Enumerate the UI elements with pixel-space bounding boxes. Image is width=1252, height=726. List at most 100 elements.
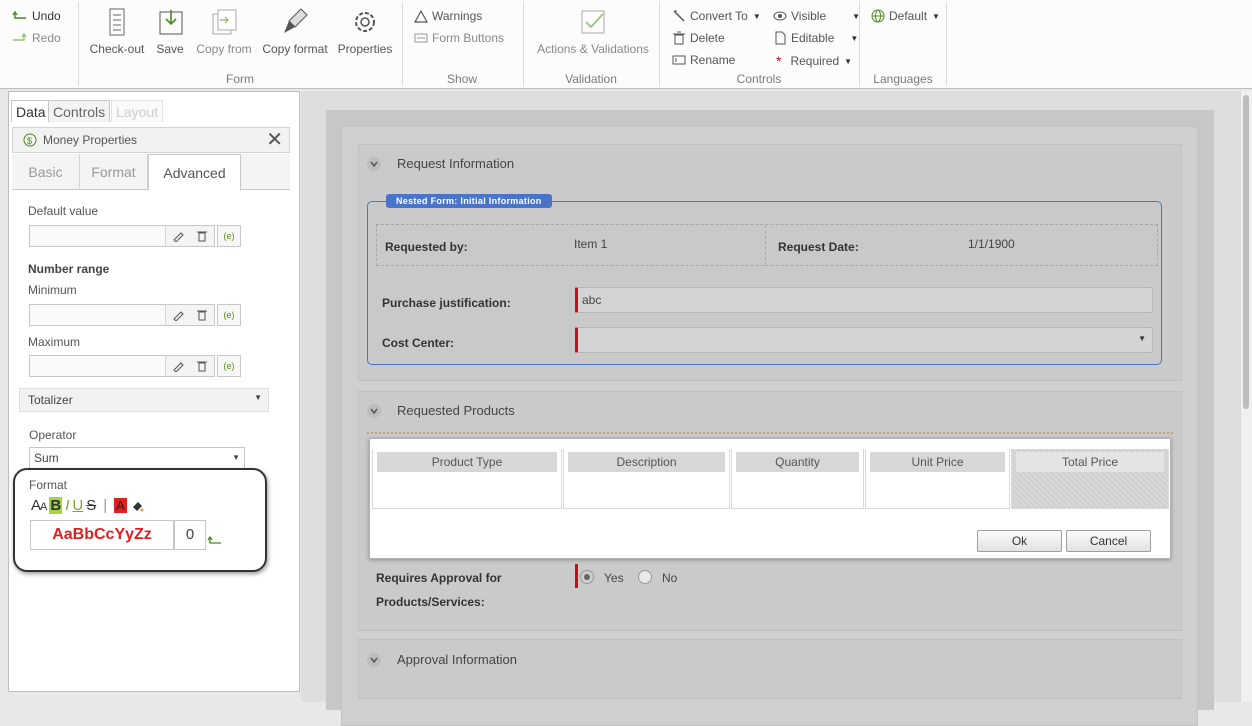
copy-from-button[interactable]: Copy from [194,6,254,56]
decimal-places-field[interactable]: 0 [174,520,206,550]
section-approval-information: Approval Information [358,639,1182,699]
fill-color-icon[interactable] [130,499,144,513]
chevron-down-icon[interactable] [367,157,381,171]
totalizer-header[interactable]: Totalizer ▼ [19,388,269,412]
trash-icon [672,31,686,45]
expression-button[interactable]: (e) [217,225,241,247]
section-title: Request Information [397,156,515,171]
save-button[interactable]: Save [154,6,186,56]
edit-page-icon [773,31,787,45]
operator-select[interactable]: Sum ▼ [29,447,245,469]
maximum-field: (e) [29,355,241,377]
visible-dropdown[interactable]: Visible ▼ [773,9,860,23]
minimum-field: (e) [29,304,241,326]
undo-format-icon[interactable] [207,535,223,547]
radio-yes[interactable] [580,570,594,584]
cost-center-select[interactable]: ▼ [575,327,1153,353]
format-preview: AaBbCcYyZz [30,520,174,550]
format-toolbar: AA B I U S | A [31,497,144,514]
tab-controls[interactable]: Controls [48,100,111,122]
trash-icon[interactable] [196,309,208,321]
column-header[interactable]: Unit Price [865,449,1010,509]
rename-button[interactable]: Rename [672,53,735,67]
redo-button[interactable]: Redo [12,31,61,45]
ok-button[interactable]: Ok [977,530,1062,552]
checkout-button[interactable]: Check-out [88,6,146,56]
requested-by-label: Requested by: [385,240,468,254]
pencil-icon[interactable] [172,309,184,321]
form-canvas: Request Information Requested Products A… [301,91,1240,726]
vertical-scrollbar[interactable] [1240,91,1252,702]
requested-row [376,224,1158,266]
font-color-icon[interactable]: A [114,498,127,513]
strikethrough-icon[interactable]: S [86,497,96,514]
cancel-button[interactable]: Cancel [1066,530,1151,552]
section-title: Approval Information [397,652,517,667]
default-value-input[interactable] [29,225,165,247]
convert-to-button[interactable]: Convert To ▼ [672,9,761,23]
dollar-icon: $ [23,133,37,147]
purchase-justification-input[interactable]: abc [575,287,1153,313]
properties-button[interactable]: Properties [336,6,394,56]
svg-text:$: $ [27,136,32,146]
controls-group-label: Controls [736,72,782,86]
chevron-down-icon[interactable] [367,653,381,667]
nested-form-tag: Nested Form: Initial Information [386,194,552,208]
required-dropdown[interactable]: * Required ▼ [776,53,852,69]
wand-icon [672,9,686,23]
scrollbar-thumb[interactable] [1243,95,1249,409]
purchase-justification-label: Purchase justification: [382,296,511,310]
copy-from-icon [208,6,240,38]
editable-dropdown[interactable]: Editable ▼ [773,31,858,45]
tab-advanced[interactable]: Advanced [148,154,241,191]
save-icon [154,6,186,38]
column-header-selected[interactable]: Total Price [1011,449,1169,509]
requested-by-value: Item 1 [574,237,608,251]
radio-no[interactable] [638,570,652,584]
maximum-input[interactable] [29,355,165,377]
bold-icon[interactable]: B [49,497,63,514]
chevron-down-icon: ▼ [932,11,940,21]
undo-button[interactable]: Undo [12,9,61,23]
expression-button[interactable]: (e) [217,304,241,326]
chevron-down-icon[interactable] [367,404,381,418]
column-header[interactable]: Quantity [731,449,864,509]
minimum-input[interactable] [29,304,165,326]
italic-icon[interactable]: I [65,497,69,514]
number-range-label: Number range [28,262,110,276]
asterisk-icon: * [776,53,782,69]
tab-data[interactable]: Data [11,100,51,122]
tab-format[interactable]: Format [80,154,148,190]
actions-validations-button[interactable]: Actions & Validations [533,6,653,56]
required-marker [575,564,578,588]
font-size-icon[interactable]: AA [31,497,47,514]
paintbrush-icon [279,6,311,38]
underline-icon[interactable]: U [72,497,83,514]
column-header[interactable]: Product Type [372,449,562,509]
trash-icon[interactable] [196,230,208,242]
format-label: Format [29,478,68,492]
undo-icon [12,10,28,22]
copy-format-button[interactable]: Copy format [260,6,330,56]
delete-button[interactable]: Delete [672,31,725,45]
close-icon[interactable]: ✕ [266,130,283,150]
tab-layout[interactable]: Layout [111,100,164,122]
pencil-icon[interactable] [172,360,184,372]
warnings-toggle[interactable]: Warnings [414,9,482,23]
default-value-label: Default value [28,204,99,218]
request-date-label: Request Date: [778,240,859,254]
chevron-down-icon: ▼ [844,56,853,66]
form-buttons-icon [414,32,428,44]
language-dropdown[interactable]: Default ▼ [871,9,940,23]
operator-label: Operator [29,428,77,442]
column-header[interactable]: Description [563,449,730,509]
nested-form-initial-information: Nested Form: Initial Information Request… [367,194,1162,365]
trash-icon[interactable] [196,360,208,372]
section-title: Requested Products [397,403,515,418]
tab-basic[interactable]: Basic [12,154,80,190]
pencil-icon[interactable] [172,230,184,242]
chevron-down-icon: ▼ [1138,334,1146,343]
expression-button[interactable]: (e) [217,355,241,377]
request-date-value: 1/1/1900 [968,237,1015,251]
form-buttons-toggle[interactable]: Form Buttons [414,31,504,45]
